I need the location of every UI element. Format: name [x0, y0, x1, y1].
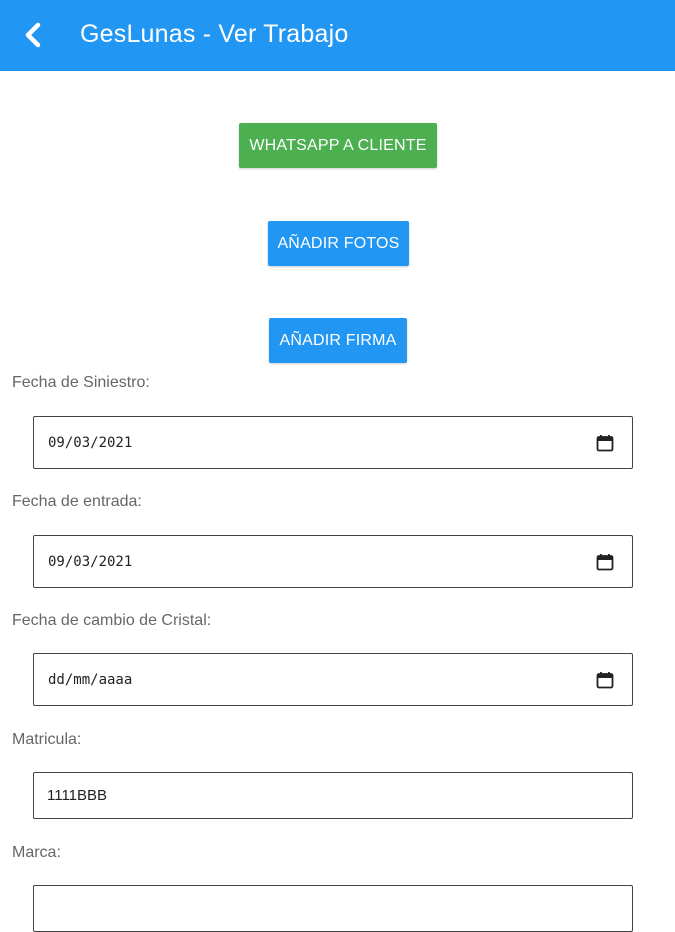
calendar-icon[interactable]: [596, 553, 614, 571]
add-photos-button[interactable]: AÑADIR FOTOS: [268, 221, 409, 266]
page-title: GesLunas - Ver Trabajo: [80, 20, 349, 48]
fecha-entrada-label: Fecha de entrada:: [12, 493, 142, 510]
whatsapp-client-button[interactable]: WHATSAPP A CLIENTE: [239, 123, 437, 168]
marca-input[interactable]: [33, 885, 633, 932]
fecha-cambio-value: dd/mm/aaaa: [48, 671, 133, 688]
calendar-icon[interactable]: [596, 671, 614, 689]
fecha-entrada-value: 09/03/2021: [48, 553, 133, 570]
matricula-label: Matricula:: [12, 731, 82, 748]
calendar-icon[interactable]: [596, 434, 614, 452]
add-signature-button[interactable]: AÑADIR FIRMA: [269, 318, 407, 363]
marca-label: Marca:: [12, 844, 61, 861]
fecha-entrada-input[interactable]: 09/03/2021: [33, 535, 633, 588]
chevron-left-icon: [25, 22, 41, 48]
fecha-siniestro-input[interactable]: 09/03/2021: [33, 416, 633, 469]
fecha-cambio-input[interactable]: dd/mm/aaaa: [33, 653, 633, 706]
fecha-siniestro-label: Fecha de Siniestro:: [12, 374, 150, 391]
fecha-cambio-label: Fecha de cambio de Cristal:: [12, 612, 212, 629]
matricula-input[interactable]: 1111BBB: [33, 772, 633, 819]
fecha-siniestro-value: 09/03/2021: [48, 434, 133, 451]
app-bar: GesLunas - Ver Trabajo: [0, 0, 675, 71]
back-button[interactable]: [16, 18, 50, 52]
matricula-value: 1111BBB: [47, 787, 108, 804]
